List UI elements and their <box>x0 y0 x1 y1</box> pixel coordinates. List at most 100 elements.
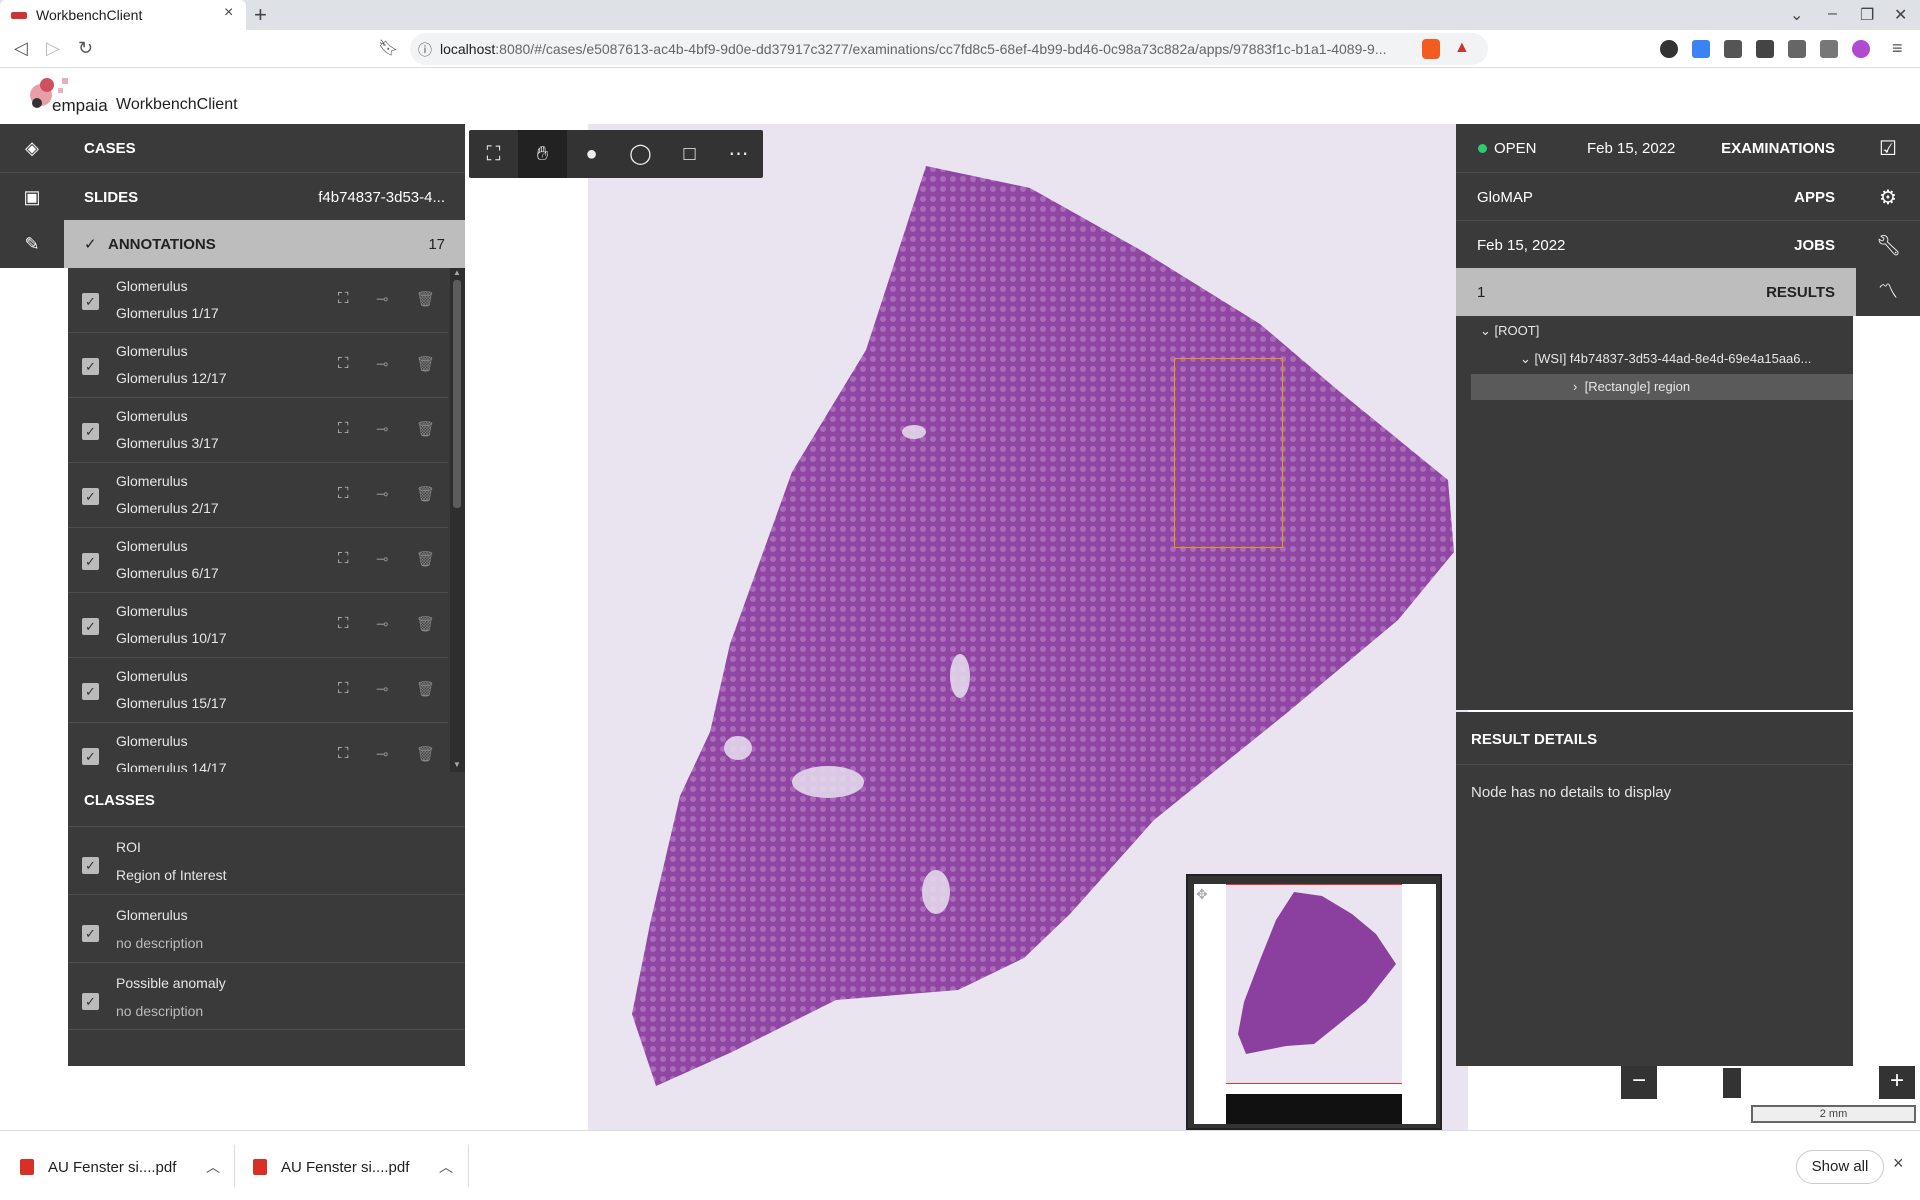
trash-icon[interactable]: 🗑︎ <box>416 550 435 568</box>
checkbox[interactable]: ✓ <box>82 925 99 942</box>
annotation-item[interactable]: ✓ Glomerulus Glomerulus 10/17 ⛶ ⊸ 🗑︎ <box>68 593 448 658</box>
menu-icon[interactable]: ≡ <box>1892 38 1903 59</box>
show-all-button[interactable]: Show all <box>1796 1150 1884 1184</box>
annotation-item[interactable]: ✓ Glomerulus Glomerulus 14/17 ⛶ ⊸ 🗑︎ <box>68 723 448 772</box>
annotation-item[interactable]: ✓ Glomerulus Glomerulus 6/17 ⛶ ⊸ 🗑︎ <box>68 528 448 593</box>
profile-avatar[interactable] <box>1852 40 1870 58</box>
checkbox[interactable]: ✓ <box>82 683 99 700</box>
address-bar[interactable]: ⓘ localhost:8080/#/cases/e5087613-ac4b-4… <box>410 33 1488 65</box>
point-tool-icon[interactable]: ● <box>567 130 616 178</box>
scroll-up-icon[interactable]: ▲ <box>453 268 461 277</box>
minimize-icon[interactable]: – <box>1828 5 1837 23</box>
bookmark-icon[interactable]: 🔖︎ <box>378 38 398 58</box>
overview-minimap[interactable]: ✥ <box>1186 874 1442 1130</box>
link-icon[interactable]: ⊸ <box>376 550 389 568</box>
extension-icon[interactable] <box>1660 40 1678 58</box>
focus-icon[interactable]: ⛶ <box>338 550 349 567</box>
link-icon[interactable]: ⊸ <box>376 745 389 763</box>
tree-node-root[interactable]: ⌄ [ROOT] <box>1480 318 1539 344</box>
link-icon[interactable]: ⊸ <box>376 420 389 438</box>
trash-icon[interactable]: 🗑︎ <box>416 745 435 763</box>
focus-icon[interactable]: ⛶ <box>338 290 349 307</box>
zoom-out-button[interactable]: − <box>1621 1063 1657 1099</box>
annotation-item[interactable]: ✓ Glomerulus Glomerulus 2/17 ⛶ ⊸ 🗑︎ <box>68 463 448 528</box>
class-item[interactable]: ✓ Possible anomaly no description <box>68 962 465 1030</box>
minimap-toggle-icon[interactable]: ✥ <box>1196 886 1208 903</box>
new-tab-button[interactable]: + <box>254 2 267 28</box>
scroll-down-icon[interactable]: ▼ <box>453 760 461 769</box>
roi-rectangle[interactable] <box>1174 358 1283 548</box>
checkbox[interactable]: ✓ <box>82 857 99 874</box>
pan-hand-icon[interactable]: ✋︎ <box>518 130 567 178</box>
annotation-item[interactable]: ✓ Glomerulus Glomerulus 12/17 ⛶ ⊸ 🗑︎ <box>68 333 448 398</box>
annotation-item[interactable]: ✓ Glomerulus Glomerulus 15/17 ⛶ ⊸ 🗑︎ <box>68 658 448 723</box>
checkbox[interactable]: ✓ <box>82 293 99 310</box>
tree-node-region[interactable]: › [Rectangle] region <box>1471 374 1853 400</box>
scroll-thumb[interactable] <box>453 280 461 508</box>
tree-node-wsi[interactable]: ⌄ [WSI] f4b74837-3d53-44ad-8e4d-69e4a15a… <box>1520 346 1811 372</box>
window-close-icon[interactable]: ✕ <box>1894 5 1907 25</box>
back-icon[interactable]: ◁ <box>14 38 28 59</box>
extension-icon[interactable] <box>1756 40 1774 58</box>
circle-tool-icon[interactable]: ◯ <box>616 130 665 178</box>
zoom-slider[interactable] <box>1723 1068 1741 1098</box>
forward-icon[interactable]: ▷ <box>46 38 60 59</box>
results-row[interactable]: 1 RESULTS 〽 <box>1456 268 1920 316</box>
apps-row[interactable]: GloMAP APPS ⚙ <box>1456 172 1920 220</box>
brave-shield-icon[interactable] <box>1422 39 1440 59</box>
focus-icon[interactable]: ⛶ <box>338 680 349 697</box>
annotation-item[interactable]: ✓ Glomerulus Glomerulus 3/17 ⛶ ⊸ 🗑︎ <box>68 398 448 463</box>
focus-icon[interactable]: ⛶ <box>338 355 349 372</box>
checkbox[interactable]: ✓ <box>82 488 99 505</box>
class-item[interactable]: ✓ Glomerulus no description <box>68 894 465 962</box>
nav-slides[interactable]: ▣ SLIDES f4b74837-3d53-4... <box>0 172 465 220</box>
annotation-scrollbar[interactable]: ▲ ▼ <box>450 268 465 772</box>
focus-icon[interactable]: ⛶ <box>338 745 349 762</box>
checkbox[interactable]: ✓ <box>82 748 99 765</box>
checkbox[interactable]: ✓ <box>82 423 99 440</box>
extension-icon[interactable] <box>1724 40 1742 58</box>
trash-icon[interactable]: 🗑︎ <box>416 355 435 373</box>
rewards-icon[interactable]: ▲ <box>1454 39 1470 57</box>
zoom-in-button[interactable]: + <box>1879 1063 1915 1099</box>
extension-icon[interactable] <box>1692 40 1710 58</box>
polygon-tool-icon[interactable]: ⋯ <box>714 130 763 178</box>
chevron-up-icon[interactable]: ︿ <box>206 1157 220 1177</box>
chevron-down-icon[interactable]: ⌄ <box>1520 351 1531 366</box>
focus-icon[interactable]: ⛶ <box>338 485 349 502</box>
nav-annotations[interactable]: ✎ ✓ ANNOTATIONS 17 <box>0 220 465 268</box>
checkbox[interactable]: ✓ <box>82 358 99 375</box>
link-icon[interactable]: ⊸ <box>376 485 389 503</box>
tab-search-icon[interactable]: ⌄ <box>1790 5 1803 25</box>
jobs-row[interactable]: Feb 15, 2022 JOBS 🔧︎ <box>1456 220 1920 268</box>
link-icon[interactable]: ⊸ <box>376 680 389 698</box>
download-bar-close-icon[interactable]: × <box>1893 1153 1904 1174</box>
maximize-icon[interactable]: ❐ <box>1860 5 1874 25</box>
trash-icon[interactable]: 🗑︎ <box>416 615 435 633</box>
annotation-item[interactable]: ✓ Glomerulus Glomerulus 1/17 ⛶ ⊸ 🗑︎ <box>68 268 448 333</box>
reload-icon[interactable]: ↻ <box>78 38 93 59</box>
trash-icon[interactable]: 🗑︎ <box>416 290 435 308</box>
checkbox[interactable]: ✓ <box>82 553 99 570</box>
info-icon[interactable]: ⓘ <box>418 40 432 60</box>
class-item[interactable]: ✓ ROI Region of Interest <box>68 826 465 894</box>
examinations-row[interactable]: OPEN Feb 15, 2022 EXAMINATIONS ☑ <box>1456 124 1920 172</box>
chevron-up-icon[interactable]: ︿ <box>439 1157 453 1177</box>
trash-icon[interactable]: 🗑︎ <box>416 485 435 503</box>
tab-close-icon[interactable]: × <box>224 4 233 22</box>
trash-icon[interactable]: 🗑︎ <box>416 420 435 438</box>
focus-icon[interactable]: ⛶ <box>338 615 349 632</box>
puzzle-icon[interactable] <box>1788 40 1806 58</box>
focus-icon[interactable]: ⛶ <box>338 420 349 437</box>
rectangle-tool-icon[interactable]: □ <box>665 130 714 178</box>
link-icon[interactable]: ⊸ <box>376 290 389 308</box>
checkbox[interactable]: ✓ <box>82 993 99 1010</box>
browser-tab[interactable]: WorkbenchClient × <box>0 0 246 30</box>
download-item[interactable]: AU Fenster si....pdf ︿ <box>253 1145 463 1187</box>
wallet-icon[interactable] <box>1820 40 1838 58</box>
nav-cases[interactable]: ◈ CASES <box>0 124 465 172</box>
download-item[interactable]: AU Fenster si....pdf ︿ <box>20 1145 230 1187</box>
link-icon[interactable]: ⊸ <box>376 615 389 633</box>
link-icon[interactable]: ⊸ <box>376 355 389 373</box>
trash-icon[interactable]: 🗑︎ <box>416 680 435 698</box>
